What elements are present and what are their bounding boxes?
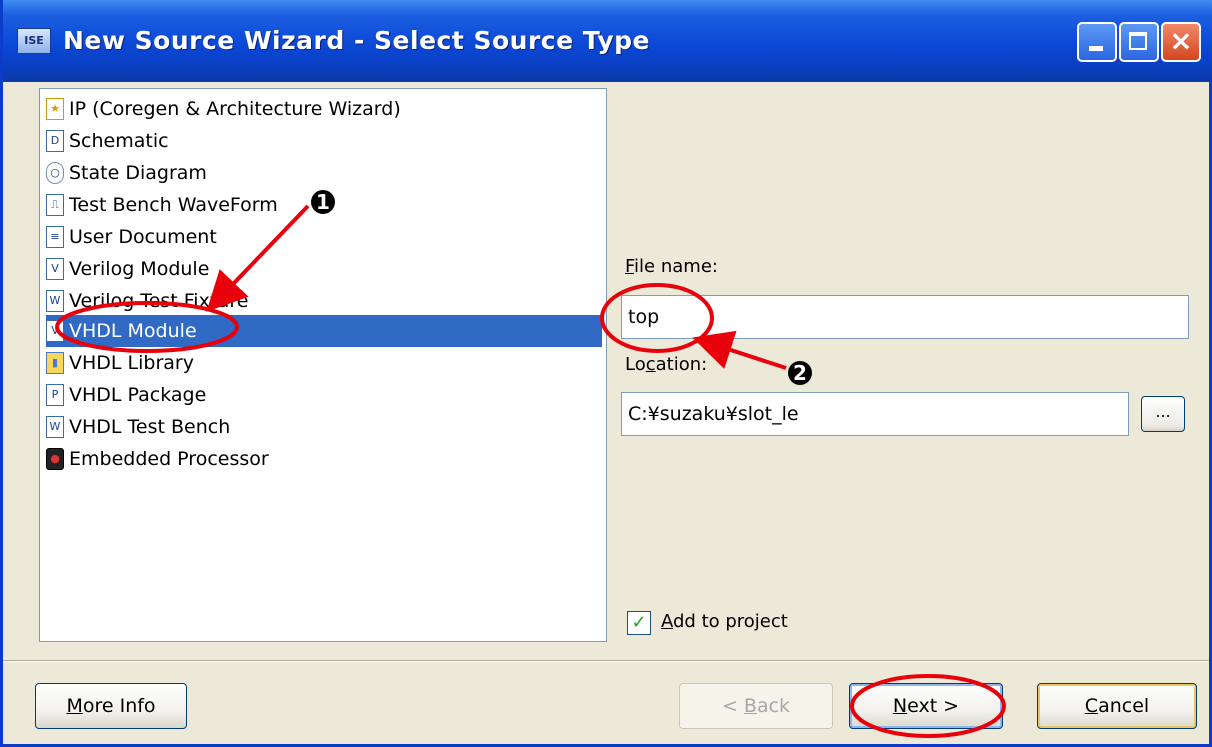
- close-icon: ×: [1169, 24, 1193, 57]
- list-item-label: Verilog Test Fixture: [69, 290, 249, 312]
- more-info-button[interactable]: More Info: [35, 683, 187, 729]
- state-diagram-icon: ○: [46, 162, 64, 184]
- embedded-processor-icon: ●: [46, 448, 64, 470]
- cancel-button[interactable]: Cancel: [1037, 683, 1197, 729]
- list-item-test-bench-waveform[interactable]: ⎍ Test Bench WaveForm: [46, 189, 602, 221]
- list-item-verilog-test-fixture[interactable]: W Verilog Test Fixture: [46, 285, 602, 317]
- list-item-label: VHDL Package: [69, 384, 207, 406]
- list-item-label: State Diagram: [69, 162, 207, 184]
- location-label: Location:: [625, 354, 708, 375]
- list-item-vhdl-test-bench[interactable]: W VHDL Test Bench: [46, 411, 602, 443]
- vhdl-package-icon: P: [46, 384, 64, 406]
- list-item-schematic[interactable]: D Schematic: [46, 125, 602, 157]
- list-item-vhdl-module[interactable]: V VHDL Module: [46, 315, 602, 347]
- list-item-label: Test Bench WaveForm: [69, 194, 278, 216]
- waveform-icon: ⎍: [46, 194, 64, 216]
- add-to-project-checkbox[interactable]: ✓: [627, 611, 651, 635]
- file-name-label: File name:: [625, 256, 718, 277]
- location-input[interactable]: C:¥suzaku¥slot_le: [621, 392, 1129, 436]
- ise-app-icon: ISE: [17, 28, 51, 54]
- document-icon: ≡: [46, 226, 64, 248]
- vhdl-module-icon: V: [46, 320, 64, 342]
- list-item-label: Embedded Processor: [69, 448, 269, 470]
- list-item-label: Verilog Module: [69, 258, 210, 280]
- source-type-list[interactable]: ★ IP (Coregen & Architecture Wizard) D S…: [39, 88, 607, 642]
- list-item-label: Schematic: [69, 130, 169, 152]
- maximize-button[interactable]: [1119, 22, 1159, 62]
- list-item-state-diagram[interactable]: ○ State Diagram: [46, 157, 602, 189]
- vhdl-test-bench-icon: W: [46, 416, 64, 438]
- schematic-icon: D: [46, 130, 64, 152]
- next-button[interactable]: Next >: [849, 683, 1003, 729]
- close-button[interactable]: ×: [1161, 22, 1201, 62]
- list-item-verilog-module[interactable]: V Verilog Module: [46, 253, 602, 285]
- list-item-label: VHDL Library: [69, 352, 194, 374]
- vhdl-library-icon: ▮: [46, 352, 64, 374]
- list-item-user-document[interactable]: ≡ User Document: [46, 221, 602, 253]
- verilog-test-fixture-icon: W: [46, 290, 64, 312]
- ip-bulb-icon: ★: [46, 98, 64, 120]
- list-item-label: VHDL Test Bench: [69, 416, 231, 438]
- file-name-input[interactable]: top: [621, 295, 1189, 339]
- add-to-project-label[interactable]: Add to project: [661, 611, 788, 632]
- verilog-module-icon: V: [46, 258, 64, 280]
- list-item-label: User Document: [69, 226, 217, 248]
- list-item-embedded-processor[interactable]: ● Embedded Processor: [46, 443, 602, 475]
- title-bar[interactable]: ISE New Source Wizard - Select Source Ty…: [3, 0, 1212, 82]
- new-source-wizard-window: ISE New Source Wizard - Select Source Ty…: [0, 0, 1212, 747]
- list-item-label: IP (Coregen & Architecture Wizard): [69, 98, 401, 120]
- list-item-vhdl-library[interactable]: ▮ VHDL Library: [46, 347, 602, 379]
- browse-location-button[interactable]: ...: [1141, 396, 1185, 432]
- footer-divider: [3, 660, 1209, 662]
- list-item-vhdl-package[interactable]: P VHDL Package: [46, 379, 602, 411]
- list-item-label: VHDL Module: [69, 320, 197, 342]
- window-title: New Source Wizard - Select Source Type: [63, 26, 651, 55]
- back-button[interactable]: < Back: [679, 683, 833, 729]
- minimize-button[interactable]: [1077, 22, 1117, 62]
- list-item-ip[interactable]: ★ IP (Coregen & Architecture Wizard): [46, 93, 602, 125]
